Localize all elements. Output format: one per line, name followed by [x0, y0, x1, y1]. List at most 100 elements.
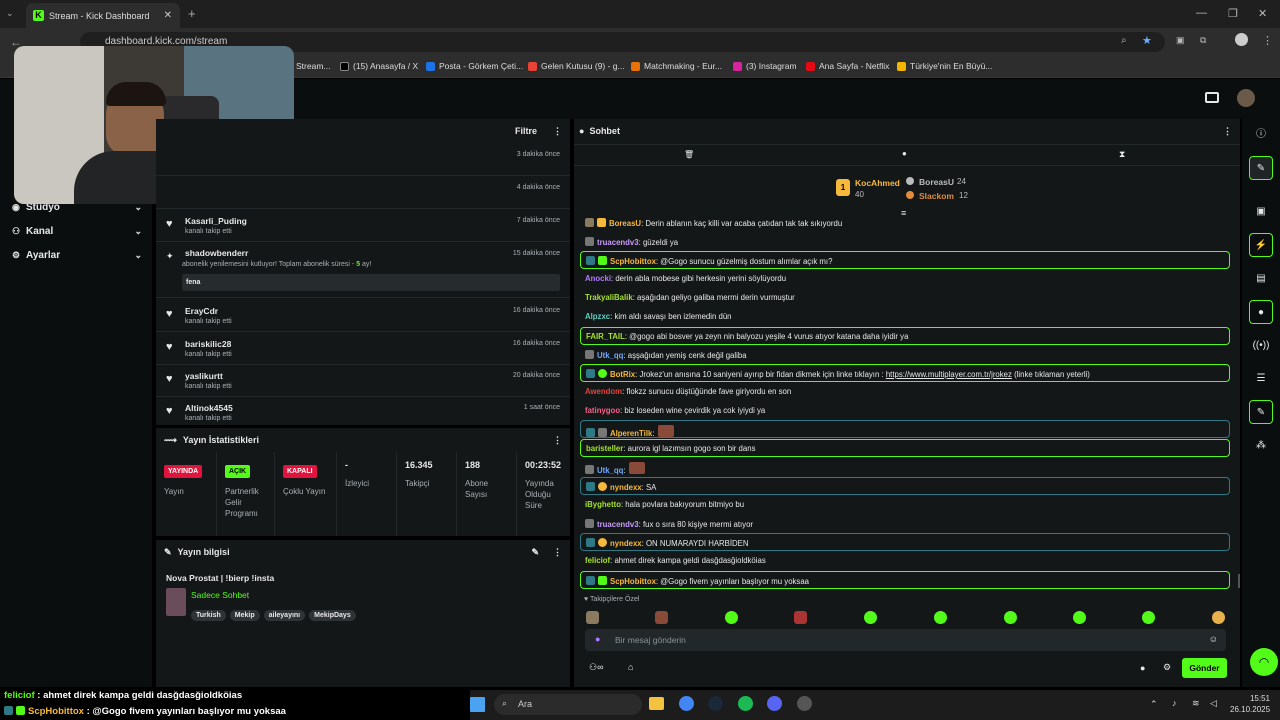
tab-list-icon[interactable]: ⌄ [6, 8, 14, 19]
chat-username[interactable]: BotRix [610, 370, 635, 379]
category-thumbnail[interactable] [166, 588, 186, 616]
trash-icon[interactable]: 🗑 [684, 150, 694, 159]
chat-username[interactable]: Alpzxc [585, 312, 610, 321]
emote-button[interactable] [794, 611, 807, 624]
emote-button[interactable] [1212, 611, 1225, 624]
bookmark-item[interactable]: Posta - Görkem Çeti... [426, 61, 523, 71]
feed-username[interactable]: yaslikurtt [185, 371, 223, 381]
emote-button[interactable] [1004, 611, 1017, 624]
store-icon[interactable]: ⌂ [628, 662, 633, 672]
category-link[interactable]: Sadece Sohbet [191, 590, 249, 600]
user-avatar[interactable] [1237, 89, 1255, 107]
bookmark-star-icon[interactable]: ★ [1142, 34, 1152, 47]
chat-username[interactable]: TrakyaliBalik [585, 293, 633, 302]
third-gifter-name[interactable]: Slackom [919, 191, 954, 201]
edit-icon[interactable]: ✎ [531, 547, 539, 558]
chrome-icon[interactable] [679, 696, 694, 711]
tag[interactable]: Mekip [229, 610, 260, 621]
chat-username[interactable]: truacendv3 [597, 238, 639, 247]
new-tab-icon[interactable]: + [188, 6, 196, 21]
support-headset-icon[interactable]: ◠ [1250, 648, 1278, 676]
emote-button[interactable] [864, 611, 877, 624]
bookmark-item[interactable]: Matchmaking - Eur... [631, 61, 722, 71]
maximize-icon[interactable]: ❐ [1228, 7, 1238, 20]
emote-button[interactable] [586, 611, 599, 624]
feed-username[interactable]: Altinok4545 [185, 403, 233, 413]
filter-button[interactable]: Filtre [515, 126, 537, 136]
notes-icon[interactable]: ▤ [1249, 267, 1273, 291]
start-icon[interactable] [470, 697, 485, 712]
emote-button[interactable] [934, 611, 947, 624]
broadcast-icon[interactable]: ((•)) [1249, 334, 1273, 358]
tag[interactable]: Turkish [191, 610, 226, 621]
mic-icon[interactable]: ● [595, 634, 600, 644]
feed-menu-icon[interactable]: ⋮ [553, 126, 562, 137]
chat-username[interactable]: ScpHobittox [610, 577, 656, 586]
app-icon[interactable] [797, 696, 812, 711]
bookmark-item[interactable]: (3) Instagram [733, 61, 797, 71]
bookmark-item[interactable]: Gelen Kutusu (9) - g... [528, 61, 625, 71]
points-icon[interactable]: ⚇∞ [589, 662, 603, 673]
mic-tray-icon[interactable]: ♪ [1172, 698, 1177, 708]
feed-username[interactable]: Kasarli_Puding [185, 216, 247, 226]
slow-mode-icon[interactable]: ⧗ [1119, 149, 1125, 160]
steam-icon[interactable] [708, 696, 723, 711]
minimize-icon[interactable]: — [1196, 7, 1207, 19]
close-window-icon[interactable]: ✕ [1258, 7, 1267, 20]
tag[interactable]: aileyayını [263, 610, 306, 621]
nav-item-channel[interactable]: ⚇ Kanal ⌄ [12, 226, 142, 237]
tray-chevron-icon[interactable]: ⌃ [1150, 699, 1158, 710]
top-gifter-name[interactable]: KocAhmed [855, 178, 900, 188]
chat-mode-icon[interactable]: ● [902, 149, 907, 158]
chat-username[interactable]: nyndexx [610, 483, 642, 492]
edit-icon[interactable]: ✎ [1249, 156, 1273, 180]
puzzle-icon[interactable]: ⧉ [1200, 35, 1206, 46]
emoji-picker-icon[interactable]: ☺ [1209, 634, 1218, 644]
emote-button[interactable] [655, 611, 668, 624]
list-icon[interactable]: ☰ [1249, 367, 1273, 391]
info-menu-icon[interactable]: ⋮ [553, 547, 562, 558]
chat-username[interactable]: iByghetto [585, 500, 621, 509]
chat-menu-icon[interactable]: ⋮ [1223, 126, 1232, 137]
chat-username[interactable]: truacendv3 [597, 520, 639, 529]
chat-icon[interactable]: ● [1249, 300, 1273, 324]
stats-menu-icon[interactable]: ⋮ [553, 435, 562, 446]
send-button[interactable]: Gönder [1182, 658, 1227, 678]
spotify-icon[interactable] [738, 696, 753, 711]
close-tab-icon[interactable]: ✕ [164, 10, 172, 21]
gear-icon[interactable]: ⚙ [1163, 662, 1171, 673]
chat-bubble-icon[interactable]: ● [1140, 663, 1145, 673]
file-explorer-icon[interactable] [649, 697, 664, 710]
chat-username[interactable]: AlperenTilk [610, 429, 652, 437]
volume-icon[interactable]: ◁ [1210, 698, 1217, 709]
chat-username[interactable]: BoreasU [609, 219, 641, 228]
apps-icon[interactable]: ⁂ [1249, 434, 1273, 458]
bookmark-item[interactable]: (15) Anasayfa / X [340, 61, 418, 71]
chat-username[interactable]: baristeller [586, 444, 623, 453]
tab-kick-dashboard[interactable]: K Stream - Kick Dashboard ✕ [26, 3, 180, 28]
info-icon[interactable]: ⓘ [1249, 123, 1273, 147]
chat-username[interactable]: fatinygoo [585, 406, 620, 415]
chat-username[interactable]: Anocki [585, 274, 611, 283]
chat-link[interactable]: https://www.multiplayer.com.tr/jrokez [886, 370, 1012, 379]
wifi-icon[interactable]: ≋ [1192, 698, 1200, 709]
emote-button[interactable] [1142, 611, 1155, 624]
lightning-icon[interactable]: ⚡ [1249, 233, 1273, 257]
menu-dots-icon[interactable]: ⋮ [1262, 34, 1273, 47]
bookmark-item[interactable]: Türkiye'nin En Büyü... [897, 61, 992, 71]
taskbar-search[interactable]: ⌕ Ara [494, 694, 642, 715]
chat-username[interactable]: nyndexx [610, 539, 642, 548]
chat-username[interactable]: ScpHobittox [610, 257, 656, 266]
screen-icon[interactable]: ▣ [1249, 200, 1273, 224]
chat-username[interactable]: Awendom [585, 387, 622, 396]
profile-avatar[interactable] [1235, 33, 1248, 46]
emote-button[interactable] [1073, 611, 1086, 624]
extension-icon[interactable]: ▣ [1176, 35, 1185, 46]
stream-preview-icon[interactable] [1205, 92, 1219, 103]
chat-input[interactable]: ● Bir mesaj gönderin ☺ [585, 629, 1226, 651]
bookmark-item[interactable]: Stream... [296, 61, 330, 71]
clock[interactable]: 15:51 26.10.2025 [1230, 693, 1270, 715]
chat-username[interactable]: FAIR_TAIL [586, 332, 625, 341]
chat-scrollbar[interactable] [1238, 574, 1240, 588]
emote-button[interactable] [725, 611, 738, 624]
